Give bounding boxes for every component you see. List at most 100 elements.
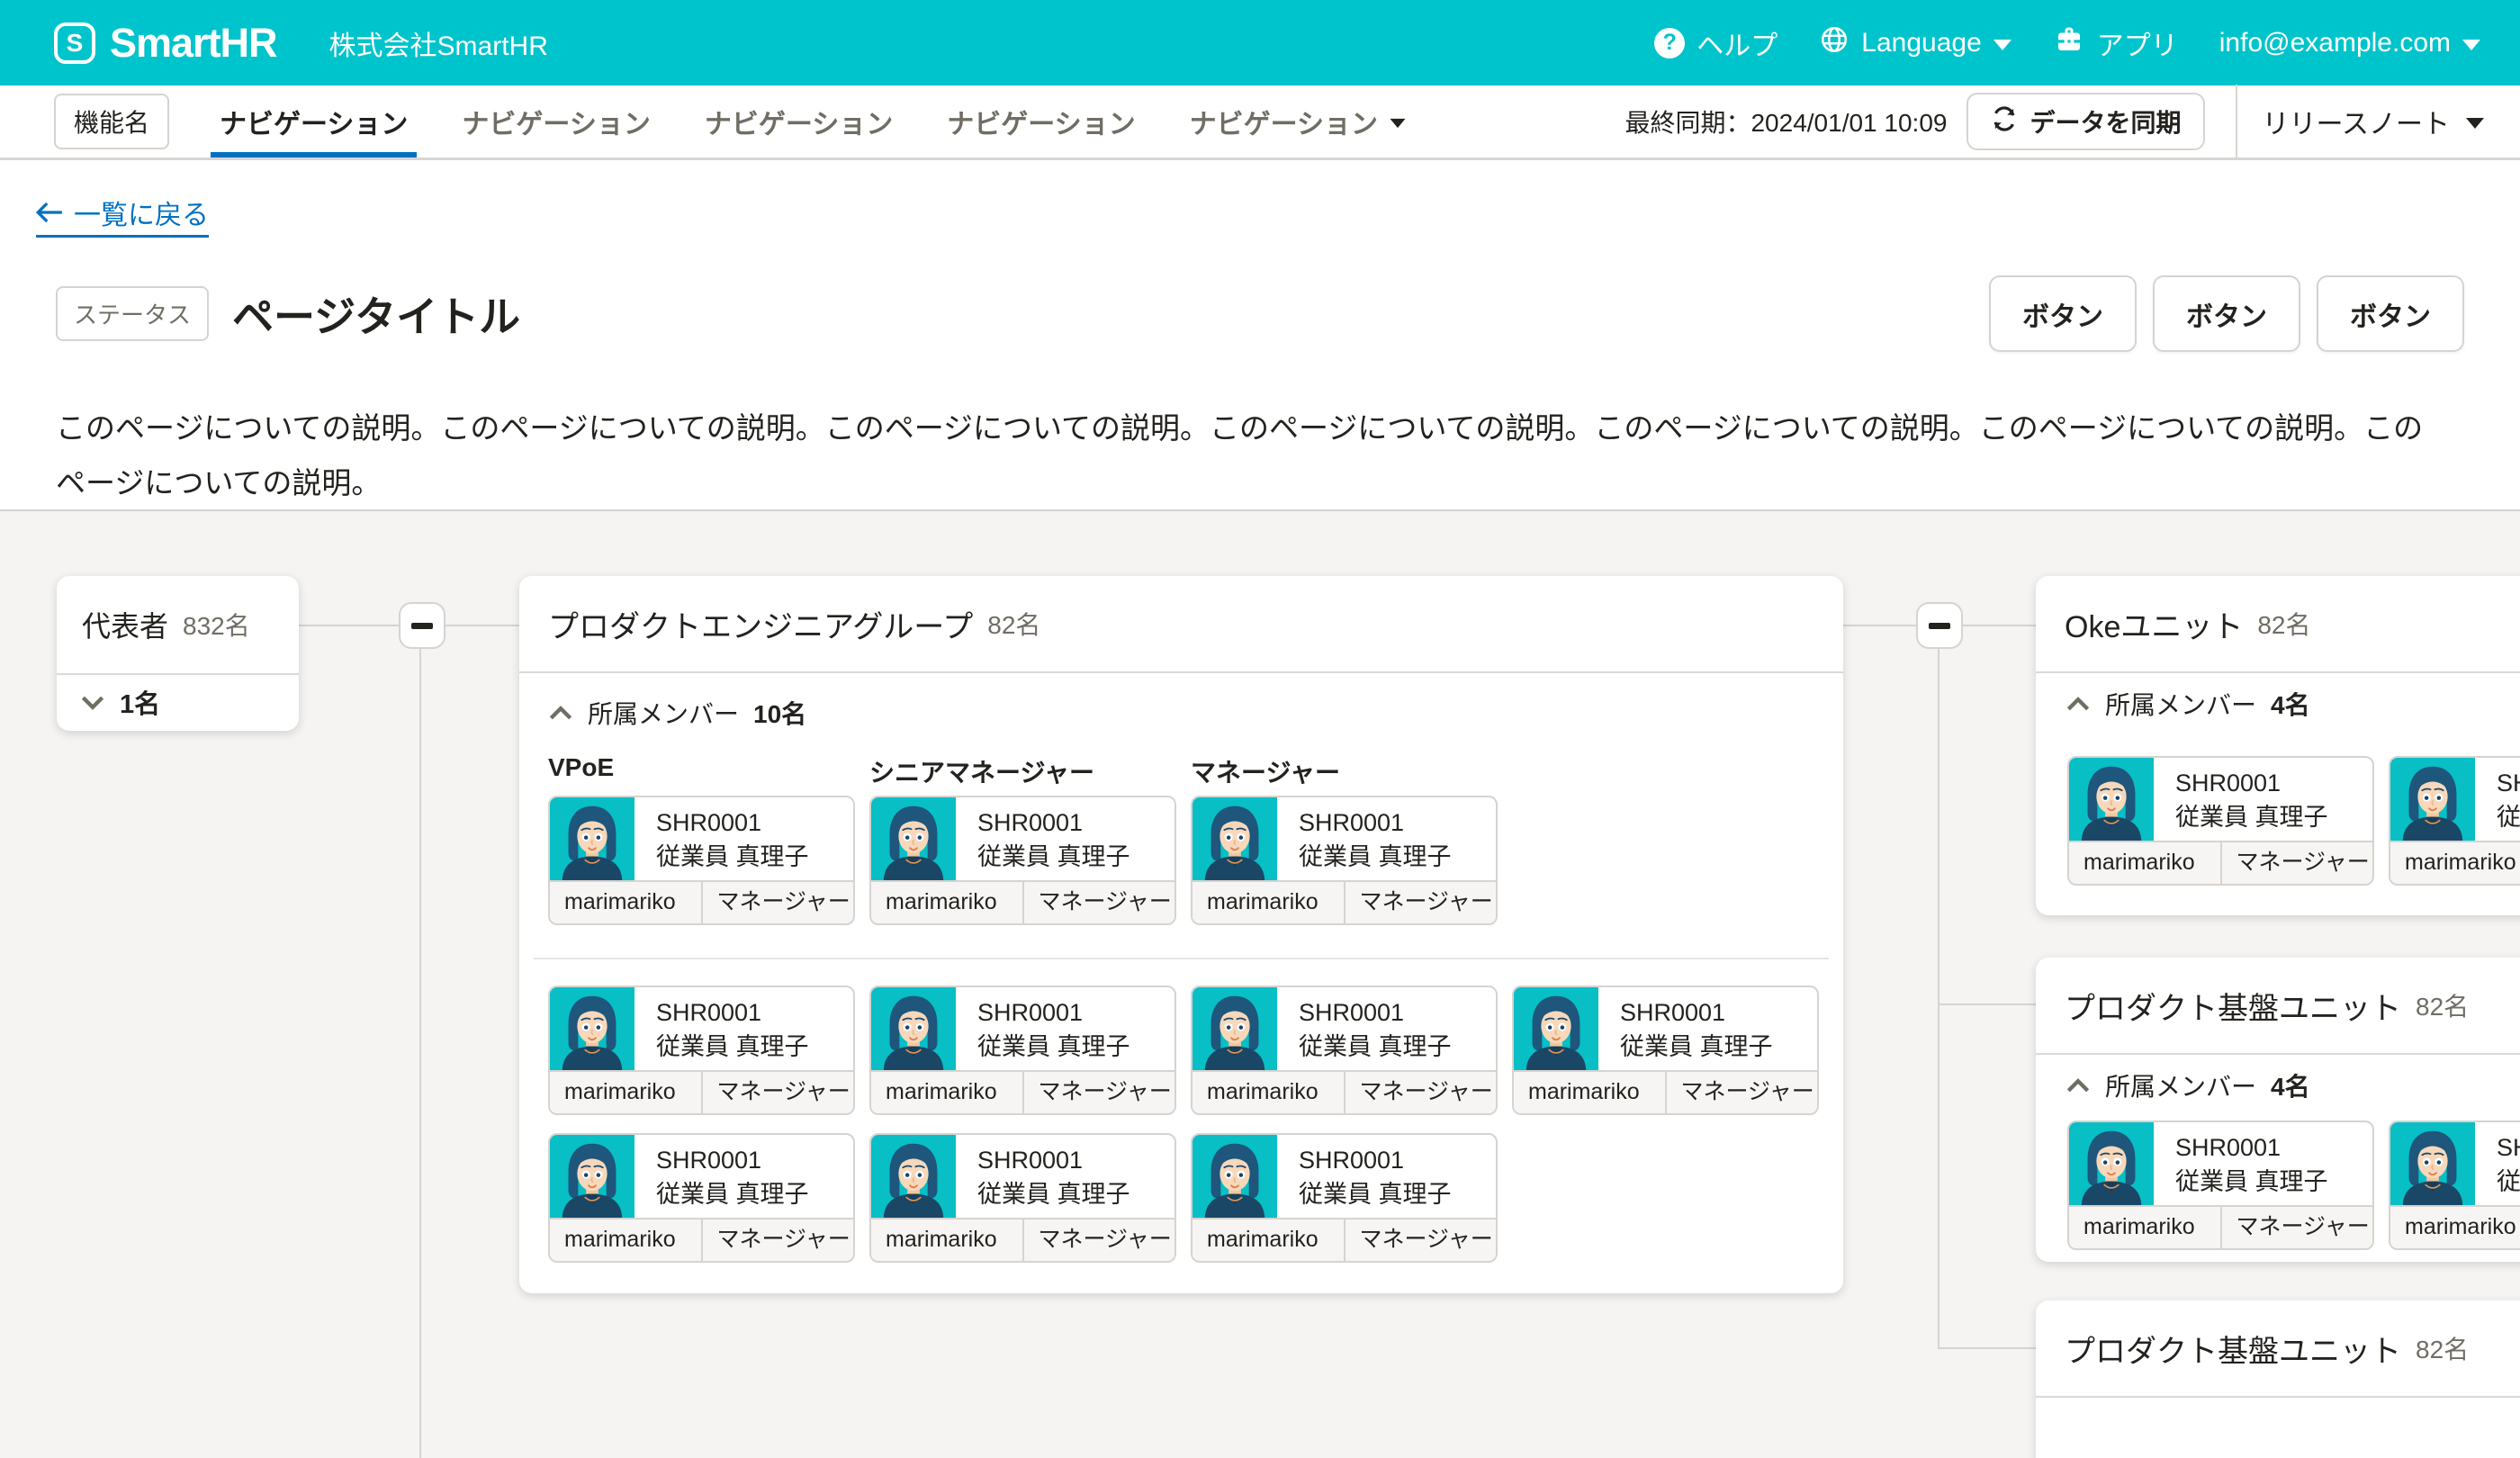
- account-menu-item[interactable]: info@example.com: [2219, 28, 2480, 58]
- employee-username: marimariko: [1192, 882, 1346, 923]
- action-button-2[interactable]: ボタン: [2153, 275, 2300, 352]
- arrow-left-icon: [36, 201, 63, 224]
- nav-tab[interactable]: ナビゲーション: [920, 86, 1162, 158]
- members-count: 4名: [2271, 1067, 2310, 1103]
- page-actions: ボタン ボタン ボタン: [1989, 275, 2464, 352]
- employee-card-footer: marimarikoマネージャー: [2390, 1205, 2520, 1248]
- avatar-illustration: [2390, 1122, 2475, 1207]
- employee-name: 従業員 真理子: [2175, 800, 2328, 834]
- apps-menu-item[interactable]: アプリ: [2053, 23, 2178, 63]
- last-sync-label: 最終同期：2024/01/01 10:09: [1624, 104, 1947, 140]
- employee-card-top: SHR0001従業員 真理子: [1192, 1135, 1496, 1220]
- employee-avatar: [2069, 758, 2154, 842]
- nav-tab[interactable]: ナビゲーション: [435, 86, 677, 158]
- employee-card[interactable]: SHR0001従業員 真理子marimarikoマネージャー: [548, 986, 855, 1115]
- org-chart: 代表者 832名 1名 プロダクトエンジニアグループ 82名 所属メンバー: [0, 509, 2520, 1458]
- employee-username: marimariko: [1192, 1072, 1346, 1113]
- avatar-illustration: [550, 797, 634, 882]
- employee-card-footer: marimarikoマネージャー: [1514, 1070, 1817, 1113]
- collapse-button[interactable]: [399, 602, 446, 649]
- row-divider: [534, 958, 1829, 959]
- org-node-side-group-3: プロダクト基盤ユニット 82名: [2036, 1300, 2520, 1458]
- employee-card[interactable]: SHR0001従業員 真理子marimarikoマネージャー: [2389, 1120, 2520, 1250]
- avatar-illustration: [871, 987, 956, 1072]
- members-toggle[interactable]: 所属メンバー 10名: [548, 695, 806, 731]
- nav-tab[interactable]: ナビゲーション: [193, 86, 435, 158]
- nav-tab-label: ナビゲーション: [462, 102, 650, 141]
- role-label: マネージャー: [1191, 753, 1340, 789]
- group-count: 82名: [2257, 606, 2310, 642]
- employee-username: marimariko: [1514, 1072, 1667, 1113]
- employee-card-top: SHR0001従業員 真理子: [2390, 1122, 2520, 1207]
- help-menu-item[interactable]: ? ヘルプ: [1654, 23, 1778, 63]
- release-notes-menu[interactable]: リリースノート: [2263, 102, 2485, 141]
- chevron-down-icon: [1994, 40, 2012, 50]
- rep-collapse-toggle[interactable]: 1名: [57, 675, 299, 729]
- minus-icon: [411, 623, 433, 629]
- employee-avatar: [550, 987, 634, 1072]
- connector-line: [1938, 1004, 2036, 1005]
- action-button-1[interactable]: ボタン: [1989, 275, 2137, 352]
- employee-card[interactable]: SHR0001従業員 真理子marimarikoマネージャー: [2389, 756, 2520, 886]
- company-name: 株式会社SmartHR: [329, 23, 548, 63]
- nav-tab[interactable]: ナビゲーション: [678, 86, 920, 158]
- chevron-up-icon: [548, 706, 573, 721]
- members-label: 所属メンバー: [2105, 1067, 2256, 1103]
- nav-tab-label: ナビゲーション: [947, 102, 1135, 141]
- employee-card-footer: marimarikoマネージャー: [2390, 841, 2520, 884]
- employee-card-top: SHR0001従業員 真理子: [2069, 1122, 2372, 1207]
- employee-card[interactable]: SHR0001従業員 真理子marimarikoマネージャー: [548, 1133, 855, 1263]
- employee-code: SHR0001: [2175, 1130, 2328, 1165]
- employee-card[interactable]: SHR0001従業員 真理子marimarikoマネージャー: [869, 986, 1176, 1115]
- feature-name-badge: 機能名: [54, 94, 169, 149]
- sync-data-button[interactable]: データを同期: [1966, 93, 2204, 150]
- employee-name: 従業員 真理子: [2497, 800, 2520, 834]
- group-title-row: プロダクト基盤ユニット 82名: [2036, 1300, 2520, 1398]
- employee-name: 従業員 真理子: [656, 1030, 809, 1064]
- employee-card[interactable]: SHR0001従業員 真理子marimarikoマネージャー: [1191, 986, 1498, 1115]
- employee-role: マネージャー: [2222, 1207, 2373, 1248]
- collapse-button[interactable]: [1916, 602, 1963, 649]
- employee-card[interactable]: SHR0001従業員 真理子marimarikoマネージャー: [1191, 796, 1498, 925]
- employee-card[interactable]: SHR0001従業員 真理子marimarikoマネージャー: [2067, 1120, 2374, 1250]
- title-row: ステータス ページタイトル ボタン ボタン ボタン: [56, 275, 2464, 352]
- employee-card-top: SHR0001従業員 真理子: [1514, 987, 1817, 1072]
- employee-card[interactable]: SHR0001従業員 真理子marimarikoマネージャー: [869, 796, 1176, 925]
- employee-username: marimariko: [550, 1220, 703, 1261]
- employee-card[interactable]: SHR0001従業員 真理子marimarikoマネージャー: [1512, 986, 1819, 1115]
- employee-card-top: SHR0001従業員 真理子: [550, 797, 853, 882]
- employee-avatar: [550, 1135, 634, 1220]
- minus-icon: [1929, 623, 1950, 629]
- employee-card-footer: marimarikoマネージャー: [871, 880, 1174, 923]
- employee-card[interactable]: SHR0001従業員 真理子marimarikoマネージャー: [1191, 1133, 1498, 1263]
- employee-username: marimariko: [2390, 1207, 2520, 1248]
- employee-code: SHR0001: [1299, 1143, 1452, 1177]
- chevron-down-icon: [2466, 118, 2484, 129]
- employee-card[interactable]: SHR0001従業員 真理子marimarikoマネージャー: [548, 796, 855, 925]
- employee-code: SHR0001: [1299, 806, 1452, 840]
- smarthr-logo[interactable]: S SmartHR: [54, 20, 277, 67]
- nav-tab-label: ナビゲーション: [705, 102, 893, 141]
- employee-username: marimariko: [2390, 842, 2520, 884]
- employee-card-footer: marimarikoマネージャー: [871, 1218, 1174, 1261]
- members-toggle[interactable]: 所属メンバー 4名: [2066, 686, 2310, 722]
- back-to-list-link[interactable]: 一覧に戻る: [36, 193, 209, 238]
- employee-username: marimariko: [2069, 1207, 2222, 1248]
- avatar-illustration: [550, 987, 634, 1072]
- employee-role: マネージャー: [1024, 1072, 1175, 1113]
- rep-count: 832名: [183, 607, 250, 643]
- employee-card[interactable]: SHR0001従業員 真理子marimarikoマネージャー: [2067, 756, 2374, 886]
- language-menu-item[interactable]: Language: [1819, 24, 2011, 62]
- employee-card[interactable]: SHR0001従業員 真理子marimarikoマネージャー: [869, 1133, 1176, 1263]
- connector-line: [419, 649, 421, 1458]
- chevron-down-icon: [1390, 119, 1406, 128]
- nav-tab[interactable]: ナビゲーション: [1163, 86, 1434, 158]
- employee-code: SHR0001: [1620, 995, 1773, 1030]
- action-button-3[interactable]: ボタン: [2317, 275, 2464, 352]
- members-toggle[interactable]: 所属メンバー 4名: [2066, 1067, 2310, 1103]
- avatar-illustration: [1192, 797, 1277, 882]
- employee-card-top: SHR0001従業員 真理子: [1192, 987, 1496, 1072]
- employee-avatar: [1192, 987, 1277, 1072]
- rep-title-row: 代表者 832名: [57, 576, 299, 675]
- back-link-label: 一覧に戻る: [74, 193, 209, 232]
